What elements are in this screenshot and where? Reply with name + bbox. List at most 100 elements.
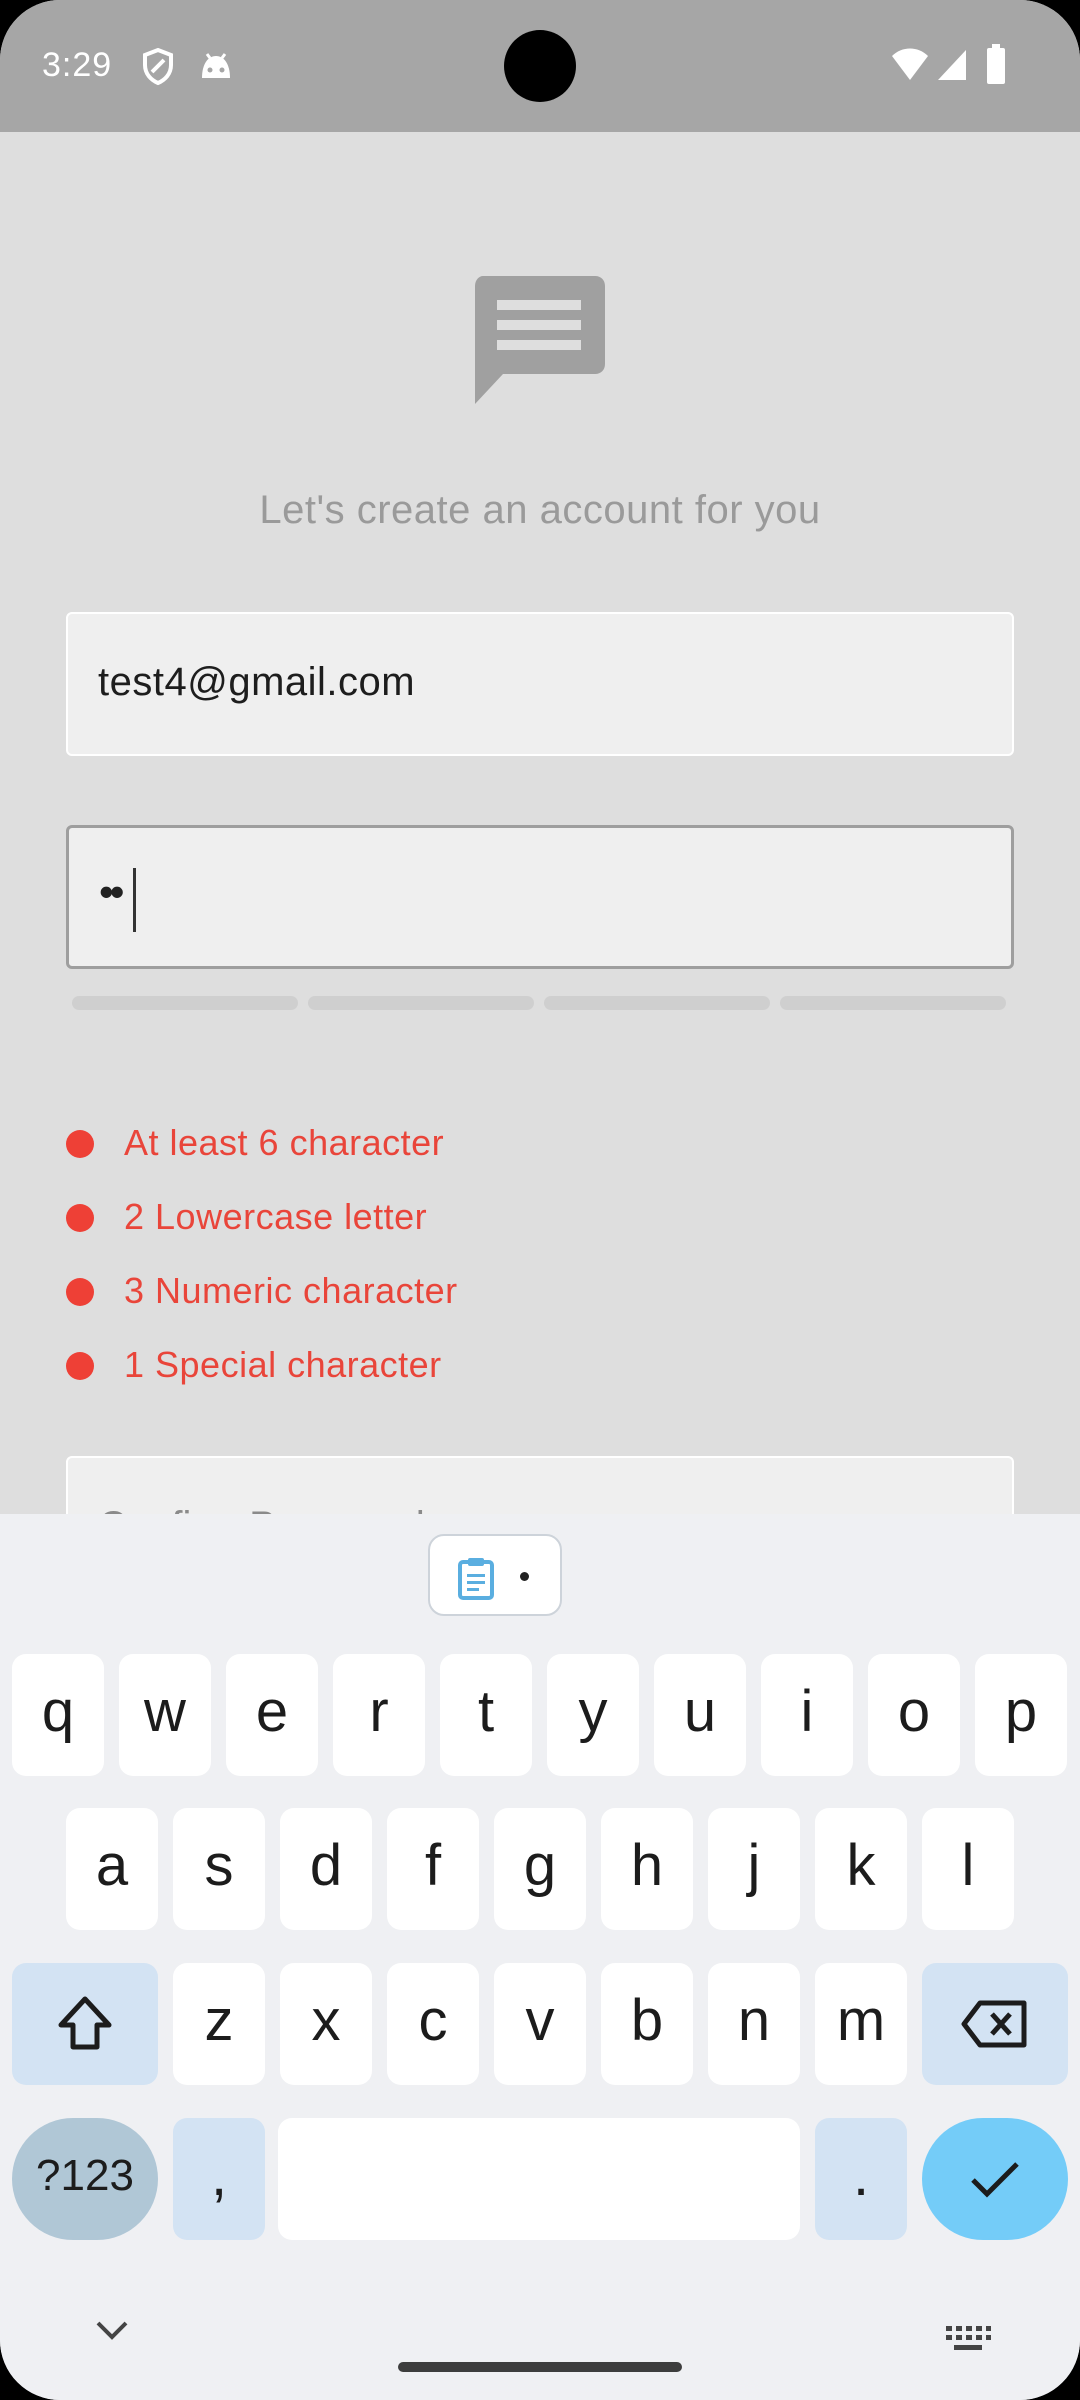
key-label: , bbox=[210, 2143, 228, 2208]
hide-keyboard-icon[interactable] bbox=[94, 2319, 130, 2343]
shift-key[interactable] bbox=[12, 1963, 158, 2085]
key-k[interactable]: k bbox=[815, 1808, 907, 1930]
key-g[interactable]: g bbox=[494, 1808, 586, 1930]
key-a[interactable]: a bbox=[66, 1808, 158, 1930]
strength-bar-2 bbox=[308, 996, 534, 1010]
backspace-icon bbox=[961, 2000, 1027, 2048]
key-label: d bbox=[309, 1833, 343, 1898]
done-key[interactable] bbox=[922, 2118, 1068, 2240]
key-b[interactable]: b bbox=[601, 1963, 693, 2085]
page-subtitle: Let's create an account for you bbox=[259, 488, 821, 532]
key-label: j bbox=[747, 1833, 761, 1898]
key-v[interactable]: v bbox=[494, 1963, 586, 2085]
android-icon bbox=[202, 53, 230, 78]
key-label: w bbox=[144, 1679, 186, 1744]
key-label: v bbox=[525, 1988, 555, 2053]
key-z[interactable]: z bbox=[173, 1963, 265, 2085]
chat-bubble-icon bbox=[475, 276, 605, 404]
key-m[interactable]: m bbox=[815, 1963, 907, 2085]
symbols-key[interactable]: ?123 bbox=[12, 2118, 158, 2240]
key-label: l bbox=[961, 1833, 975, 1898]
key-label: p bbox=[1004, 1679, 1038, 1744]
front-camera bbox=[504, 30, 576, 102]
clipboard-suggestion-chip[interactable] bbox=[428, 1534, 562, 1616]
key-o[interactable]: o bbox=[868, 1654, 960, 1776]
battery-icon bbox=[987, 44, 1005, 84]
key-label: e bbox=[255, 1679, 289, 1744]
key-j[interactable]: j bbox=[708, 1808, 800, 1930]
clipboard-icon bbox=[458, 1558, 494, 1600]
key-i[interactable]: i bbox=[761, 1654, 853, 1776]
password-value: •• bbox=[99, 868, 125, 915]
key-label: . bbox=[852, 2143, 870, 2208]
comma-key[interactable]: , bbox=[173, 2118, 265, 2240]
period-key[interactable]: . bbox=[815, 2118, 907, 2240]
clipboard-content-preview bbox=[520, 1572, 529, 1581]
key-c[interactable]: c bbox=[387, 1963, 479, 2085]
key-t[interactable]: t bbox=[440, 1654, 532, 1776]
requirement-status-dot bbox=[66, 1278, 94, 1306]
key-d[interactable]: d bbox=[280, 1808, 372, 1930]
key-label: g bbox=[523, 1833, 557, 1898]
key-label: z bbox=[204, 1988, 234, 2053]
key-q[interactable]: q bbox=[12, 1654, 104, 1776]
key-label: a bbox=[95, 1833, 129, 1898]
key-label: r bbox=[369, 1679, 389, 1744]
status-bar: 3:29 bbox=[0, 0, 1080, 132]
email-field[interactable]: test4@gmail.com bbox=[66, 612, 1014, 756]
key-f[interactable]: f bbox=[387, 1808, 479, 1930]
wifi-icon bbox=[892, 48, 928, 80]
key-label: b bbox=[630, 1988, 664, 2053]
requirement-status-dot bbox=[66, 1352, 94, 1380]
gesture-navigation-bar[interactable] bbox=[398, 2362, 682, 2372]
key-label: y bbox=[578, 1679, 608, 1744]
keyboard-switch-icon[interactable] bbox=[944, 2324, 992, 2354]
key-label: u bbox=[683, 1679, 717, 1744]
key-u[interactable]: u bbox=[654, 1654, 746, 1776]
checkmark-icon bbox=[971, 2162, 1019, 2198]
strength-bar-4 bbox=[780, 996, 1006, 1010]
requirement-text: 2 Lowercase letter bbox=[124, 1196, 428, 1237]
cell-signal-icon bbox=[938, 50, 966, 80]
key-label: o bbox=[897, 1679, 931, 1744]
space-key[interactable] bbox=[278, 2118, 800, 2240]
key-n[interactable]: n bbox=[708, 1963, 800, 2085]
key-label: ?123 bbox=[36, 2151, 134, 2200]
key-label: k bbox=[846, 1833, 876, 1898]
key-label: t bbox=[477, 1679, 495, 1744]
key-label: m bbox=[836, 1988, 886, 2053]
key-l[interactable]: l bbox=[922, 1808, 1014, 1930]
requirement-text: At least 6 character bbox=[124, 1122, 445, 1163]
backspace-key[interactable] bbox=[922, 1963, 1068, 2085]
key-p[interactable]: p bbox=[975, 1654, 1067, 1776]
key-label: n bbox=[737, 1988, 771, 2053]
text-cursor bbox=[133, 868, 136, 932]
requirement-text: 3 Numeric character bbox=[124, 1270, 458, 1311]
phone-screen: 3:29 Let's create an account for you tes… bbox=[0, 0, 1080, 2400]
key-label: q bbox=[41, 1679, 75, 1744]
soft-keyboard: q w e r t y u i o p a s d f g h j k l z … bbox=[0, 1514, 1080, 2400]
key-label: s bbox=[204, 1833, 234, 1898]
key-x[interactable]: x bbox=[280, 1963, 372, 2085]
strength-bar-3 bbox=[544, 996, 770, 1010]
key-label: f bbox=[424, 1833, 442, 1898]
key-label: c bbox=[418, 1988, 448, 2053]
key-e[interactable]: e bbox=[226, 1654, 318, 1776]
key-h[interactable]: h bbox=[601, 1808, 693, 1930]
key-y[interactable]: y bbox=[547, 1654, 639, 1776]
status-time: 3:29 bbox=[42, 46, 113, 84]
key-w[interactable]: w bbox=[119, 1654, 211, 1776]
key-label: h bbox=[630, 1833, 664, 1898]
email-value: test4@gmail.com bbox=[98, 660, 416, 704]
shield-icon bbox=[143, 48, 173, 86]
requirement-status-dot bbox=[66, 1130, 94, 1158]
requirement-status-dot bbox=[66, 1204, 94, 1232]
password-field[interactable]: •• bbox=[66, 825, 1014, 969]
key-label: i bbox=[800, 1679, 814, 1744]
key-s[interactable]: s bbox=[173, 1808, 265, 1930]
strength-bar-1 bbox=[72, 996, 298, 1010]
requirement-text: 1 Special character bbox=[124, 1344, 442, 1385]
shift-icon bbox=[58, 1996, 112, 2050]
key-r[interactable]: r bbox=[333, 1654, 425, 1776]
key-label: x bbox=[311, 1988, 341, 2053]
